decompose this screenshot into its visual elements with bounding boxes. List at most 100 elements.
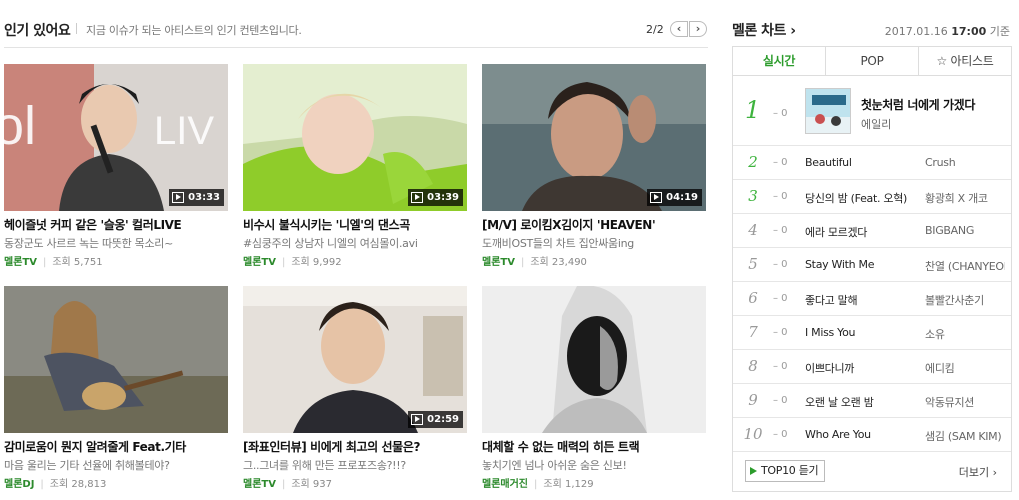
chart-row[interactable]: 5 – 0 Stay With Me 찬열 (CHANYEOL) (733, 248, 1011, 282)
chart-list: 1 – 0 첫눈처럼 너에게 가겠다 에일리 2 – 0 Beautiful Crus… (732, 76, 1012, 452)
artist-name[interactable]: 황광희 X 개코 (925, 190, 1005, 206)
card-title[interactable]: 대체할 수 없는 매력의 히든 트랙 (482, 438, 706, 455)
song-title[interactable]: 첫눈처럼 너에게 가겠다 (861, 96, 1001, 113)
rank-change: – 0 (773, 429, 788, 440)
artist-name[interactable]: 샘김 (SAM KIM) (925, 428, 1005, 444)
card-title[interactable]: [M/V] 로이킴X김이지 'HEAVEN' (482, 216, 706, 233)
tab-realtime[interactable]: 실시간 (733, 47, 825, 75)
card-meta: 멜론TV | 조회 9,992 (243, 253, 467, 268)
view-count: 조회 23,490 (530, 257, 587, 268)
album-art[interactable] (805, 88, 851, 134)
rank-number: 5 (748, 255, 758, 273)
artist-name[interactable]: BIGBANG (925, 224, 1005, 237)
meta-divider: | (534, 479, 538, 490)
meta-divider: | (520, 257, 525, 268)
artist-name[interactable]: 소유 (925, 326, 1005, 342)
song-title[interactable]: 당신의 밤 (Feat. 오혁) (805, 190, 919, 206)
video-thumbnail[interactable]: 02:59 (243, 286, 467, 433)
video-card[interactable]: 03:39 비수시 불식시키는 '니엘'의 댄스곡 #심쿵주의 상남자 니엘의 … (243, 64, 467, 269)
rank-number: 1 (745, 96, 761, 124)
rank-change: – 0 (773, 108, 788, 119)
video-card[interactable]: 대체할 수 없는 매력의 히든 트랙 놓치기엔 넘나 아쉬운 숨은 신보! 멜론… (482, 286, 706, 491)
video-thumbnail[interactable] (4, 286, 228, 433)
popular-title: 인기 있어요 (4, 23, 71, 39)
chart-title-link[interactable]: 멜론 차트 › (732, 20, 796, 40)
card-meta: 멜론TV | 조회 23,490 (482, 253, 706, 268)
video-card[interactable]: 감미로움이 뭔지 알려줄게 Feat.기타 마음 울리는 기타 선율에 취해볼테… (4, 286, 228, 491)
chart-row[interactable]: 1 – 0 첫눈처럼 너에게 가겠다 에일리 (733, 76, 1011, 146)
song-title[interactable]: Who Are You (805, 428, 919, 441)
card-subtitle[interactable]: 그..그녀를 위해 만든 프로포즈송?!!? (243, 457, 467, 473)
view-count: 조회 5,751 (52, 257, 103, 268)
chart-row[interactable]: 7 – 0 I Miss You 소유 (733, 316, 1011, 350)
chevron-right-icon[interactable]: › (790, 23, 796, 39)
chart-row[interactable]: 4 – 0 에라 모르겠다 BIGBANG (733, 214, 1011, 248)
duration-text: 02:59 (427, 414, 459, 425)
more-link[interactable]: 더보기 › (959, 464, 997, 480)
card-title[interactable]: 헤이즐넛 커피 같은 '슬옹' 컬러LIVE (4, 216, 228, 233)
artist-name[interactable]: Crush (925, 156, 1005, 169)
chart-row[interactable]: 3 – 0 당신의 밤 (Feat. 오혁) 황광희 X 개코 (733, 180, 1011, 214)
play-icon (411, 414, 424, 425)
top10-listen-button[interactable]: TOP10 듣기 (745, 460, 826, 482)
card-subtitle[interactable]: #심쿵주의 상남자 니엘의 여심몰이.avi (243, 235, 467, 251)
song-title[interactable]: 오랜 날 오랜 밤 (805, 394, 919, 410)
tab-artist[interactable]: ☆ 아티스트 (918, 47, 1011, 75)
source-link[interactable]: 멜론DJ (4, 479, 34, 490)
chart-row[interactable]: 8 – 0 이쁘다니까 에디킴 (733, 350, 1011, 384)
top10-label[interactable]: TOP10 듣기 (761, 461, 819, 481)
svg-text:LIV: LIV (154, 109, 214, 153)
duration-text: 03:39 (427, 192, 459, 203)
tab-pop[interactable]: POP (825, 47, 918, 75)
artist-name[interactable]: 에일리 (861, 116, 891, 132)
source-link[interactable]: 멜론매거진 (482, 479, 528, 490)
meta-divider: | (281, 257, 286, 268)
rank-change: – 0 (773, 395, 788, 406)
source-link[interactable]: 멜론TV (4, 257, 37, 268)
song-title[interactable]: Stay With Me (805, 258, 919, 271)
source-link[interactable]: 멜론TV (243, 479, 276, 490)
svg-text:ol: ol (4, 96, 36, 156)
song-title[interactable]: 이쁘다니까 (805, 360, 919, 376)
video-thumbnail[interactable]: 03:39 (243, 64, 467, 211)
next-page-button[interactable]: › (689, 21, 707, 37)
rank-change: – 0 (773, 361, 788, 372)
chart-row[interactable]: 10 – 0 Who Are You 샘김 (SAM KIM) (733, 418, 1011, 452)
artist-name[interactable]: 에디킴 (925, 360, 1005, 376)
video-thumbnail[interactable]: ol LIV 03:33 (4, 64, 228, 211)
card-subtitle[interactable]: 놓치기엔 넘나 아쉬운 숨은 신보! (482, 457, 706, 473)
artist-name[interactable]: 악동뮤지션 (925, 394, 1005, 410)
card-title[interactable]: 비수시 불식시키는 '니엘'의 댄스곡 (243, 216, 467, 233)
rank-change: – 0 (773, 191, 788, 202)
card-subtitle[interactable]: 동장군도 사르르 녹는 따뜻한 목소리~ (4, 235, 228, 251)
artist-portrait-thumbnail (482, 286, 706, 433)
chart-title[interactable]: 멜론 차트 (732, 23, 786, 39)
card-meta: 멜론TV | 조회 5,751 (4, 253, 228, 268)
chart-row[interactable]: 9 – 0 오랜 날 오랜 밤 악동뮤지션 (733, 384, 1011, 418)
source-link[interactable]: 멜론TV (243, 257, 276, 268)
prev-page-button[interactable]: ‹ (670, 21, 688, 37)
card-title[interactable]: 감미로움이 뭔지 알려줄게 Feat.기타 (4, 438, 228, 455)
song-title[interactable]: 좋다고 말해 (805, 292, 919, 308)
artist-name[interactable]: 찬열 (CHANYEOL) (925, 258, 1005, 274)
card-subtitle[interactable]: 마음 울리는 기타 선율에 취해볼테야? (4, 457, 228, 473)
video-thumbnail[interactable] (482, 286, 706, 433)
video-card[interactable]: 04:19 [M/V] 로이킴X김이지 'HEAVEN' 도깨비OST들의 차트… (482, 64, 706, 269)
song-title[interactable]: 에라 모르겠다 (805, 224, 919, 240)
rank-number: 9 (748, 391, 758, 409)
video-thumbnail[interactable]: 04:19 (482, 64, 706, 211)
artist-name[interactable]: 볼빨간사춘기 (925, 292, 1005, 308)
card-title[interactable]: [좌표인터뷰] 비에게 최고의 선물은? (243, 438, 467, 455)
duration-badge: 02:59 (408, 411, 463, 428)
song-title[interactable]: I Miss You (805, 326, 919, 339)
chart-row[interactable]: 6 – 0 좋다고 말해 볼빨간사춘기 (733, 282, 1011, 316)
view-count: 조회 28,813 (49, 479, 107, 490)
song-title[interactable]: Beautiful (805, 156, 919, 169)
chart-row[interactable]: 2 – 0 Beautiful Crush (733, 146, 1011, 180)
source-link[interactable]: 멜론TV (482, 257, 515, 268)
duration-badge: 03:33 (169, 189, 224, 206)
video-card[interactable]: ol LIV 03:33 헤이즐넛 커피 같은 '슬옹' 컬러LIVE 동장군도… (4, 64, 228, 269)
video-card[interactable]: 02:59 [좌표인터뷰] 비에게 최고의 선물은? 그..그녀를 위해 만든 … (243, 286, 467, 491)
card-subtitle[interactable]: 도깨비OST들의 차트 집안싸움ing (482, 235, 706, 251)
rank-number: 8 (748, 357, 758, 375)
